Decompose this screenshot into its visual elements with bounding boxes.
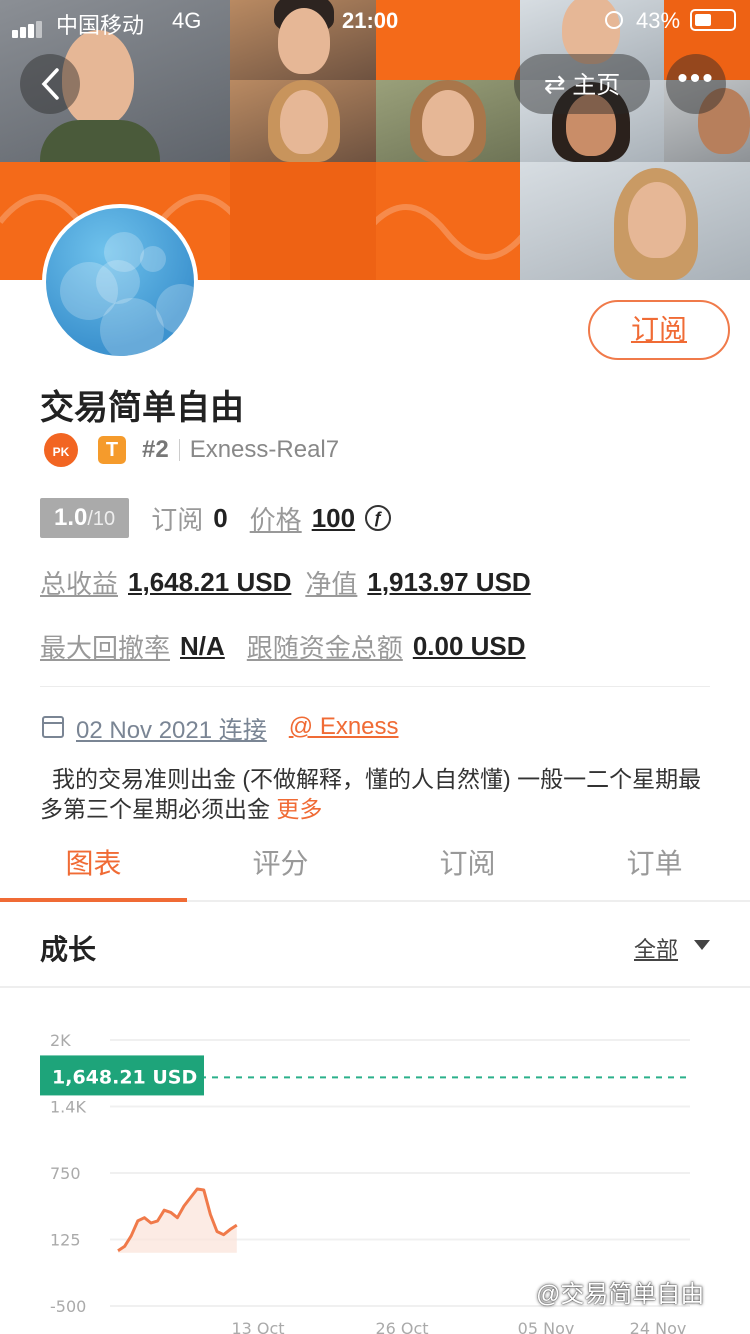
follow-funds-label[interactable]: 跟随资金总额 [247, 628, 403, 665]
rank-label: #2 [142, 436, 169, 463]
equity-label[interactable]: 净值 [305, 564, 357, 601]
banner-photo [520, 162, 750, 280]
rating-max: /10 [87, 508, 116, 530]
x-tick-label: 24 Nov [630, 1319, 687, 1334]
description-text: 我的交易准则出金 (不做解释，懂的人自然懂) 一般一二个星期最多第三个星期必须出… [40, 766, 702, 822]
tab-rating[interactable]: 评分 [187, 842, 374, 882]
divider [0, 986, 750, 988]
banner-pattern [230, 162, 376, 280]
battery-icon [690, 9, 736, 31]
battery-percentage: 43% [636, 8, 681, 33]
calendar-icon [42, 716, 64, 738]
badge-row: PK T #2 Exness-Real7 [40, 430, 339, 470]
joined-date[interactable]: 02 Nov 2021 连接 [76, 710, 267, 745]
stats-row-risk: 最大回撤率 N/A 跟随资金总额 0.00 USD [40, 626, 526, 666]
banner-pattern [376, 162, 520, 280]
banner-photo [230, 80, 376, 162]
subscribe-button[interactable]: 订阅 [588, 300, 730, 360]
tier-badge[interactable]: T [98, 436, 126, 464]
active-tab-indicator [0, 898, 187, 902]
home-label: 主页 [572, 72, 621, 99]
subscriptions-label: 订阅 [151, 504, 204, 535]
y-tick-label: 2K [50, 1031, 71, 1050]
dropdown-arrow-icon[interactable] [694, 940, 710, 950]
more-dots-icon: ••• [677, 62, 715, 95]
tab-bar: 图表 评分 订阅 订单 [0, 830, 750, 902]
y-tick-label: 1.4K [50, 1098, 86, 1117]
total-profit-label[interactable]: 总收益 [40, 564, 118, 601]
banner-photo [376, 80, 520, 162]
more-link[interactable]: 更多 [276, 796, 322, 822]
max-drawdown-value[interactable]: N/A [180, 631, 225, 662]
tab-subscriptions[interactable]: 订阅 [374, 842, 561, 882]
signal-icon [12, 12, 44, 38]
x-tick-label: 13 Oct [231, 1319, 284, 1334]
max-drawdown-label[interactable]: 最大回撤率 [40, 628, 170, 665]
y-tick-label: 750 [50, 1164, 81, 1183]
watermark: @交易简单自由 [536, 1281, 705, 1308]
stats-row-rating: 1.0/10 订阅 0 价格 100 ƒ [40, 498, 392, 538]
clock: 21:00 [342, 8, 399, 33]
stats-row-profit: 总收益 1,648.21 USD 净值 1,913.97 USD [40, 562, 531, 602]
rotation-lock-icon [605, 11, 623, 29]
coin-icon: ƒ [365, 505, 392, 531]
divider [178, 439, 180, 461]
status-bar: 中国移动 4G 21:00 43% [0, 0, 750, 40]
account-server: Exness-Real7 [189, 436, 340, 463]
tab-orders[interactable]: 订单 [561, 842, 748, 882]
divider [40, 686, 710, 687]
trader-description: 我的交易准则出金 (不做解释，懂的人自然懂) 一般一二个星期最多第三个星期必须出… [40, 764, 710, 824]
x-tick-label: 05 Nov [518, 1319, 575, 1334]
current-value-label: 1,648.21 USD [52, 1066, 197, 1088]
follow-funds-value[interactable]: 0.00 USD [413, 631, 526, 662]
network-label: 4G [172, 8, 202, 33]
broker-link[interactable]: @ Exness [289, 713, 399, 741]
y-tick-label: 125 [50, 1231, 81, 1250]
carrier-label: 中国移动 [56, 13, 145, 38]
growth-title: 成长 [40, 934, 97, 965]
pk-flame-icon[interactable]: PK [44, 433, 78, 467]
joined-row: 02 Nov 2021 连接 @ Exness [42, 710, 399, 744]
price-value[interactable]: 100 [312, 503, 355, 534]
price-label[interactable]: 价格 [250, 500, 302, 537]
rating-value: 1.0 [54, 504, 88, 531]
rating-badge[interactable]: 1.0/10 [40, 498, 130, 538]
y-tick-label: -500 [50, 1297, 86, 1316]
more-button[interactable]: ••• [666, 54, 726, 114]
swap-icon: ⇄ [543, 69, 566, 99]
equity-value[interactable]: 1,913.97 USD [367, 567, 530, 598]
x-tick-label: 26 Oct [375, 1319, 428, 1334]
avatar[interactable] [42, 204, 198, 360]
home-button[interactable]: ⇄ 主页 [514, 54, 650, 114]
subscriptions-value: 0 [213, 502, 228, 533]
total-profit-value[interactable]: 1,648.21 USD [128, 567, 291, 598]
series-area [118, 1189, 237, 1253]
chevron-left-icon [41, 68, 59, 100]
tab-chart[interactable]: 图表 [0, 842, 187, 882]
trader-name: 交易简单自由 [40, 389, 244, 427]
back-button[interactable] [20, 54, 80, 114]
period-filter[interactable]: 全部 [634, 932, 678, 964]
